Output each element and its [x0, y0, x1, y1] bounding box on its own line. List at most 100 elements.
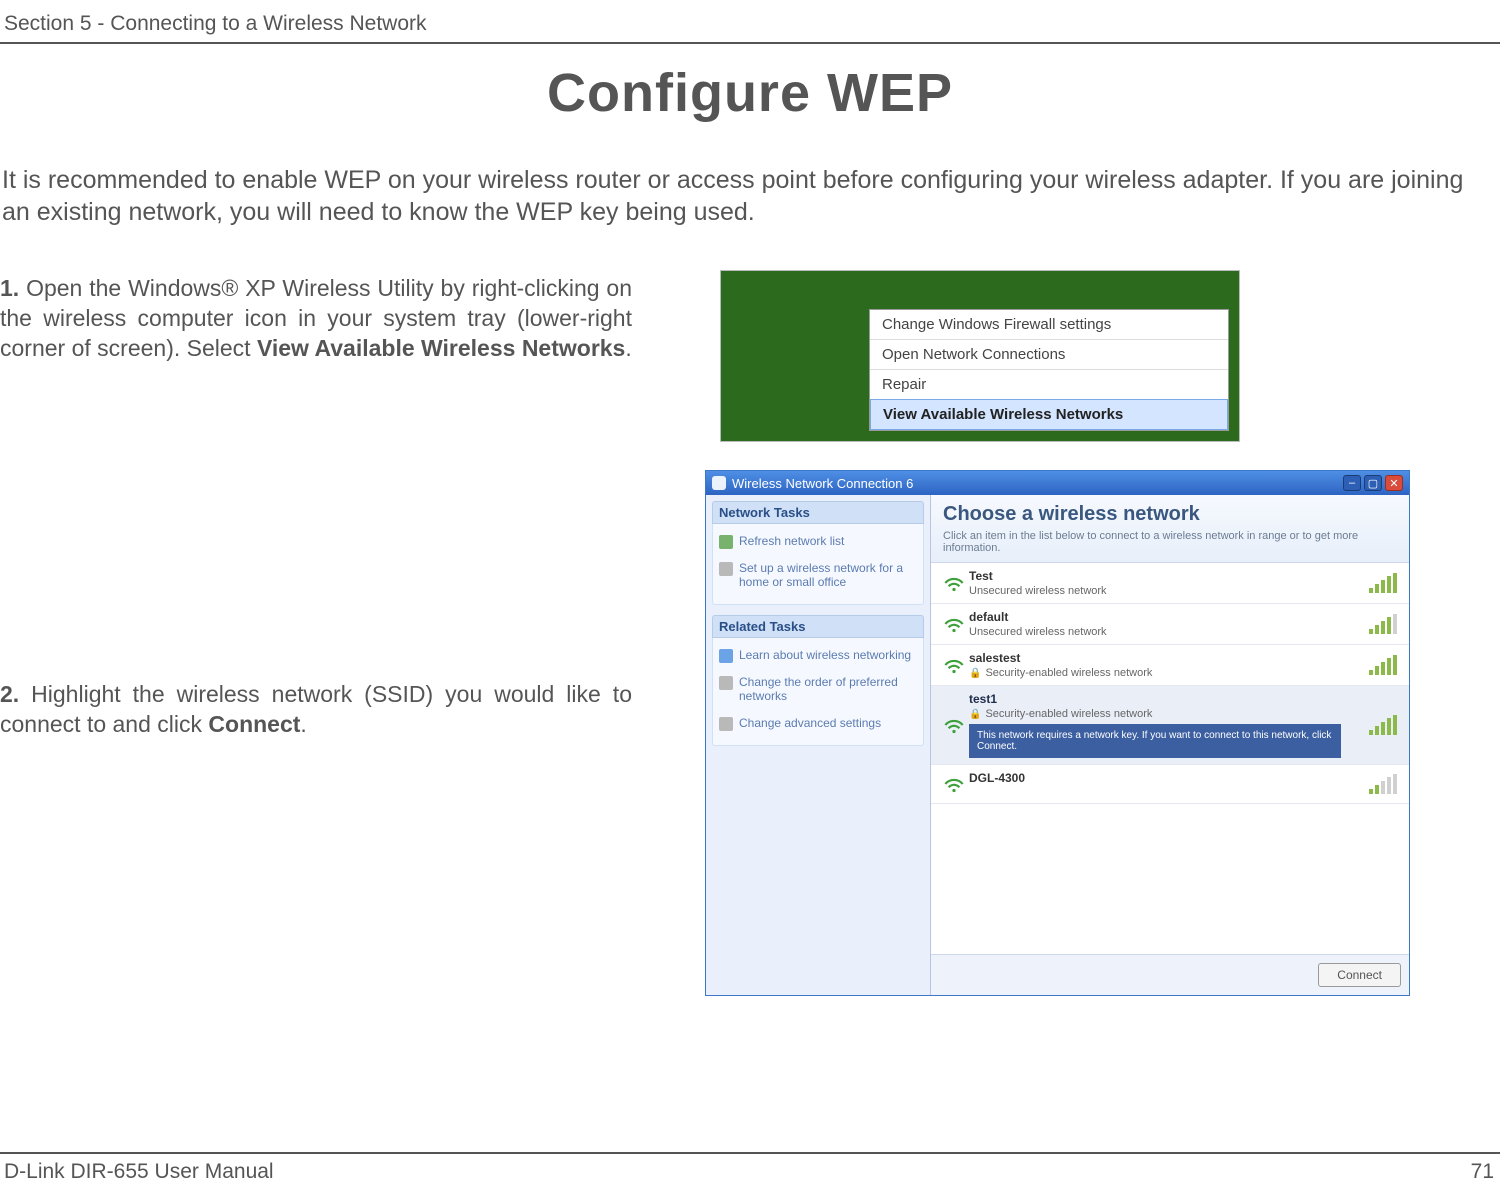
sidebar-link-learn-label: Learn about wireless networking: [739, 648, 911, 663]
network-item[interactable]: default Unsecured wireless network: [931, 604, 1409, 645]
step-2-text: 2. Highlight the wireless network (SSID)…: [0, 680, 650, 740]
sidebar-group1-title: Network Tasks: [712, 501, 924, 524]
step-1-number: 1.: [0, 275, 19, 301]
signal-icon: [1341, 774, 1401, 794]
sidebar-link-refresh[interactable]: Refresh network list: [719, 528, 917, 555]
window-footer: Connect: [931, 954, 1409, 995]
window-titlebar: Wireless Network Connection 6 – ▢ ✕: [706, 471, 1409, 495]
network-sub-text: Security-enabled wireless network: [985, 708, 1152, 720]
network-sub-text: Security-enabled wireless network: [985, 667, 1152, 679]
signal-icon: [1341, 715, 1401, 735]
setup-icon: [719, 562, 733, 576]
figure-1-column: Change Windows Firewall settings Open Ne…: [650, 274, 1500, 442]
network-info: test1 🔒 Security-enabled wireless network…: [969, 692, 1341, 758]
network-list: Test Unsecured wireless network default: [931, 563, 1409, 954]
signal-icon: [1341, 573, 1401, 593]
footer-page-number: 71: [1471, 1160, 1494, 1184]
ctx-item-firewall[interactable]: Change Windows Firewall settings: [870, 310, 1228, 339]
sidebar-link-order[interactable]: Change the order of preferred networks: [719, 669, 917, 710]
sidebar-link-advanced[interactable]: Change advanced settings: [719, 710, 917, 737]
step-1-row: 1. Open the Windows® XP Wireless Utility…: [0, 274, 1500, 442]
learn-icon: [719, 649, 733, 663]
network-info: default Unsecured wireless network: [969, 610, 1341, 638]
document-page: Section 5 - Connecting to a Wireless Net…: [0, 0, 1500, 1194]
signal-icon: [1341, 655, 1401, 675]
network-description: This network requires a network key. If …: [969, 724, 1341, 758]
step-1-bold: View Available Wireless Networks: [257, 335, 625, 361]
sidebar: Network Tasks Refresh network list Set u…: [706, 495, 931, 995]
figure-2-column: Wireless Network Connection 6 – ▢ ✕ Netw…: [650, 470, 1500, 996]
sidebar-link-setup-label: Set up a wireless network for a home or …: [739, 561, 917, 590]
advanced-icon: [719, 717, 733, 731]
network-info: Test Unsecured wireless network: [969, 569, 1341, 597]
network-item[interactable]: Test Unsecured wireless network: [931, 563, 1409, 604]
footer-left: D-Link DIR-655 User Manual: [4, 1160, 274, 1184]
sidebar-link-advanced-label: Change advanced settings: [739, 716, 881, 731]
intro-paragraph: It is recommended to enable WEP on your …: [2, 164, 1494, 228]
footer-row: D-Link DIR-655 User Manual 71: [0, 1154, 1500, 1184]
wifi-icon: [939, 771, 969, 797]
main-panel-heading: Choose a wireless network: [943, 503, 1397, 526]
network-item-selected[interactable]: test1 🔒 Security-enabled wireless network…: [931, 686, 1409, 765]
section-header: Section 5 - Connecting to a Wireless Net…: [0, 0, 1500, 42]
figure-2-window: Wireless Network Connection 6 – ▢ ✕ Netw…: [705, 470, 1410, 996]
step-1-body-b: .: [625, 335, 631, 361]
network-name: salestest: [969, 651, 1341, 665]
content-area: 1. Open the Windows® XP Wireless Utility…: [0, 274, 1500, 996]
network-name: test1: [969, 692, 1341, 706]
step-2-body-a: Highlight the wireless network (SSID) yo…: [0, 681, 632, 737]
wifi-icon: [939, 712, 969, 738]
window-title-wrap: Wireless Network Connection 6: [712, 476, 913, 491]
step-2-number: 2.: [0, 681, 19, 707]
context-menu: Change Windows Firewall settings Open Ne…: [869, 309, 1229, 431]
step-2-row: 2. Highlight the wireless network (SSID)…: [0, 470, 1500, 996]
wifi-icon: [939, 652, 969, 678]
figure-1-desktop-strip: Change Windows Firewall settings Open Ne…: [721, 271, 1239, 441]
network-info: salestest 🔒 Security-enabled wireless net…: [969, 651, 1341, 679]
window-body: Network Tasks Refresh network list Set u…: [706, 495, 1409, 995]
sidebar-link-refresh-label: Refresh network list: [739, 534, 844, 549]
ctx-item-view-networks[interactable]: View Available Wireless Networks: [870, 399, 1228, 430]
network-name: Test: [969, 569, 1341, 583]
step-1-text: 1. Open the Windows® XP Wireless Utility…: [0, 274, 650, 364]
sidebar-group2-title: Related Tasks: [712, 615, 924, 638]
close-icon[interactable]: ✕: [1385, 475, 1403, 491]
lock-icon: 🔒: [969, 668, 981, 679]
window-icon: [712, 476, 726, 490]
main-panel-sub: Click an item in the list below to conne…: [943, 530, 1397, 554]
network-sub: 🔒 Security-enabled wireless network: [969, 667, 1341, 679]
figure-1: Change Windows Firewall settings Open Ne…: [720, 270, 1240, 442]
network-name: DGL-4300: [969, 771, 1341, 785]
refresh-icon: [719, 535, 733, 549]
network-name: default: [969, 610, 1341, 624]
network-item[interactable]: DGL-4300: [931, 765, 1409, 804]
wifi-icon: [939, 570, 969, 596]
order-icon: [719, 676, 733, 690]
page-footer: D-Link DIR-655 User Manual 71: [0, 1152, 1500, 1184]
network-sub: Unsecured wireless network: [969, 626, 1341, 638]
header-rule: [0, 42, 1500, 44]
network-sub: Unsecured wireless network: [969, 585, 1341, 597]
minimize-icon[interactable]: –: [1343, 475, 1361, 491]
step-2-body-b: .: [300, 711, 306, 737]
sidebar-group2-panel: Learn about wireless networking Change t…: [712, 638, 924, 746]
ctx-item-repair[interactable]: Repair: [870, 369, 1228, 399]
sidebar-link-order-label: Change the order of preferred networks: [739, 675, 917, 704]
sidebar-group1-panel: Refresh network list Set up a wireless n…: [712, 524, 924, 605]
main-panel: Choose a wireless network Click an item …: [931, 495, 1409, 995]
ctx-item-open-connections[interactable]: Open Network Connections: [870, 339, 1228, 369]
window-controls: – ▢ ✕: [1343, 475, 1403, 491]
window-title-text: Wireless Network Connection 6: [732, 476, 913, 491]
network-info: DGL-4300: [969, 771, 1341, 785]
wifi-icon: [939, 611, 969, 637]
maximize-icon[interactable]: ▢: [1364, 475, 1382, 491]
sidebar-link-learn[interactable]: Learn about wireless networking: [719, 642, 917, 669]
signal-icon: [1341, 614, 1401, 634]
main-panel-header: Choose a wireless network Click an item …: [931, 495, 1409, 563]
network-sub: 🔒 Security-enabled wireless network: [969, 708, 1341, 720]
connect-button[interactable]: Connect: [1318, 963, 1401, 987]
lock-icon: 🔒: [969, 709, 981, 720]
network-item[interactable]: salestest 🔒 Security-enabled wireless net…: [931, 645, 1409, 686]
sidebar-link-setup[interactable]: Set up a wireless network for a home or …: [719, 555, 917, 596]
step-2-bold: Connect: [208, 711, 300, 737]
